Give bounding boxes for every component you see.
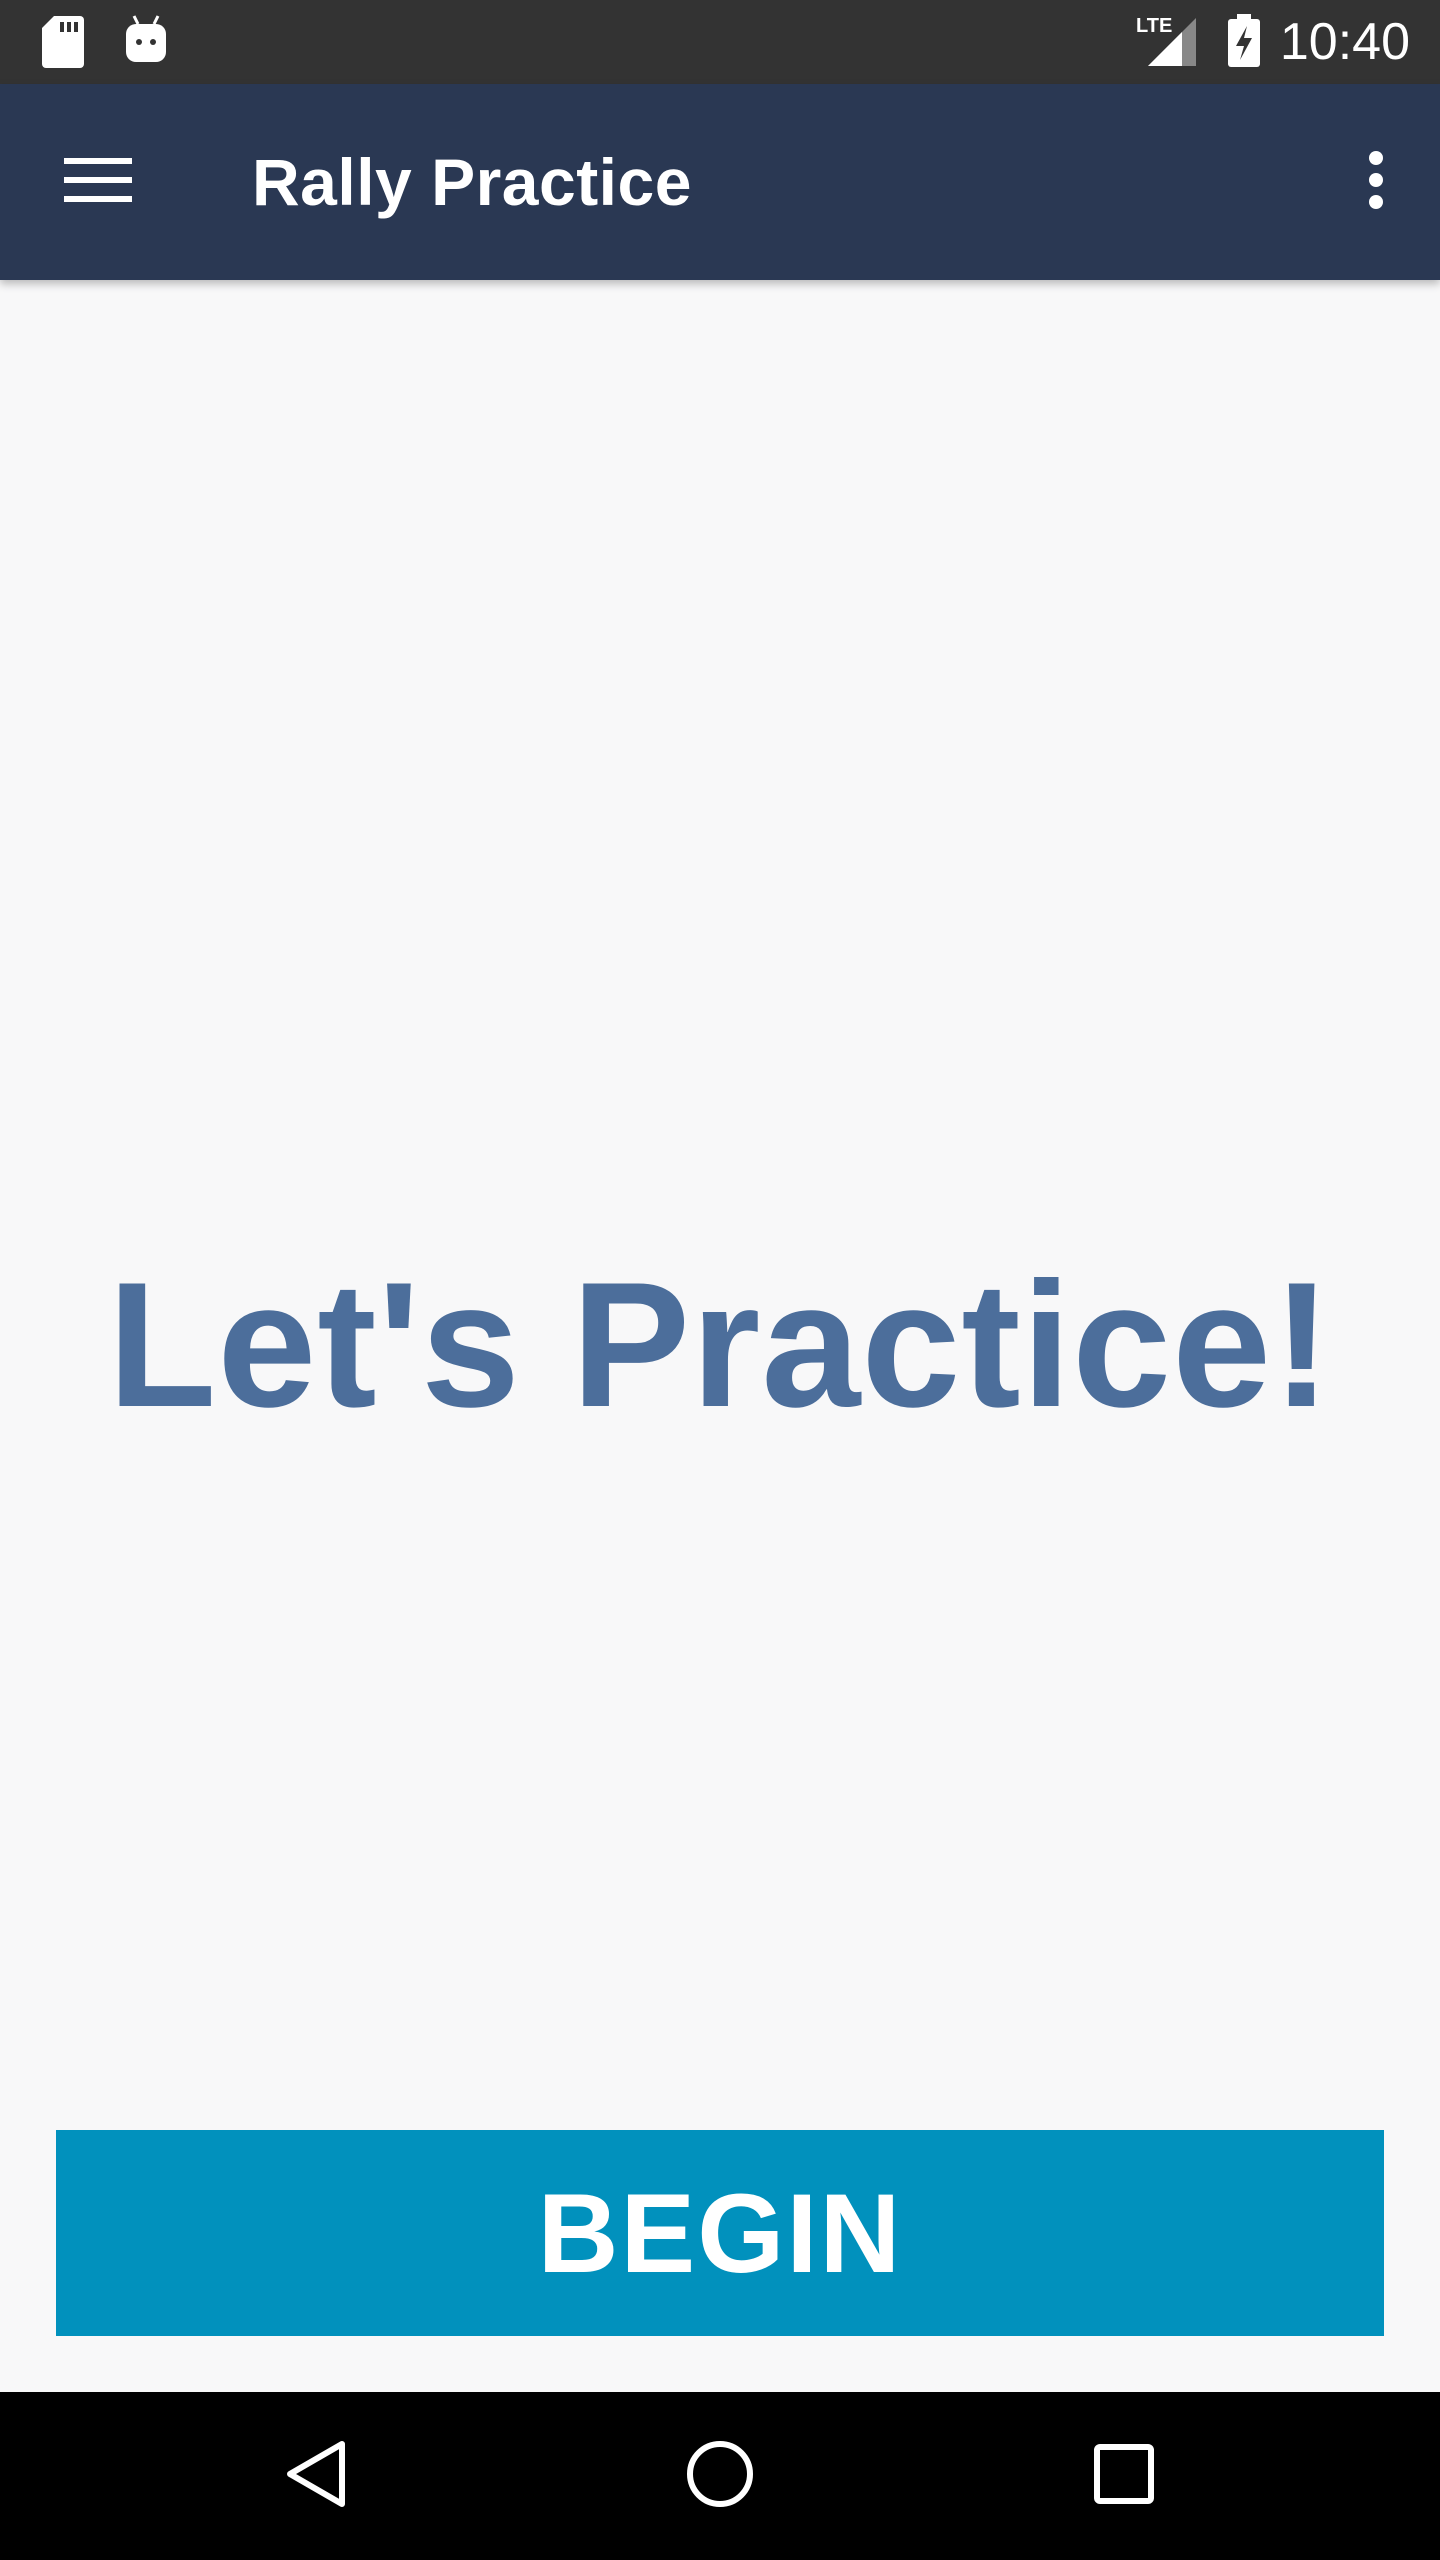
back-button[interactable]	[266, 2426, 366, 2526]
menu-button[interactable]	[44, 132, 152, 232]
home-button[interactable]	[670, 2426, 770, 2526]
navigation-bar	[0, 2392, 1440, 2560]
android-icon	[124, 14, 168, 69]
status-bar: LTE 10:40	[0, 0, 1440, 84]
app-bar: Rally Practice	[0, 84, 1440, 280]
app-title: Rally Practice	[252, 145, 692, 219]
battery-charging-icon	[1226, 14, 1262, 73]
overflow-menu-button[interactable]	[1336, 132, 1416, 232]
back-icon	[284, 2438, 348, 2515]
sd-card-icon	[42, 16, 84, 73]
lte-signal-icon: LTE	[1136, 14, 1200, 73]
headline: Let's Practice!	[107, 1245, 1333, 1444]
recents-button[interactable]	[1074, 2426, 1174, 2526]
more-vert-icon	[1368, 150, 1384, 215]
begin-button[interactable]: BEGIN	[56, 2130, 1384, 2336]
status-time: 10:40	[1279, 13, 1410, 71]
network-label: LTE	[1136, 15, 1172, 37]
home-icon	[685, 2439, 755, 2514]
recents-icon	[1094, 2443, 1154, 2509]
hamburger-menu-icon	[64, 156, 132, 209]
